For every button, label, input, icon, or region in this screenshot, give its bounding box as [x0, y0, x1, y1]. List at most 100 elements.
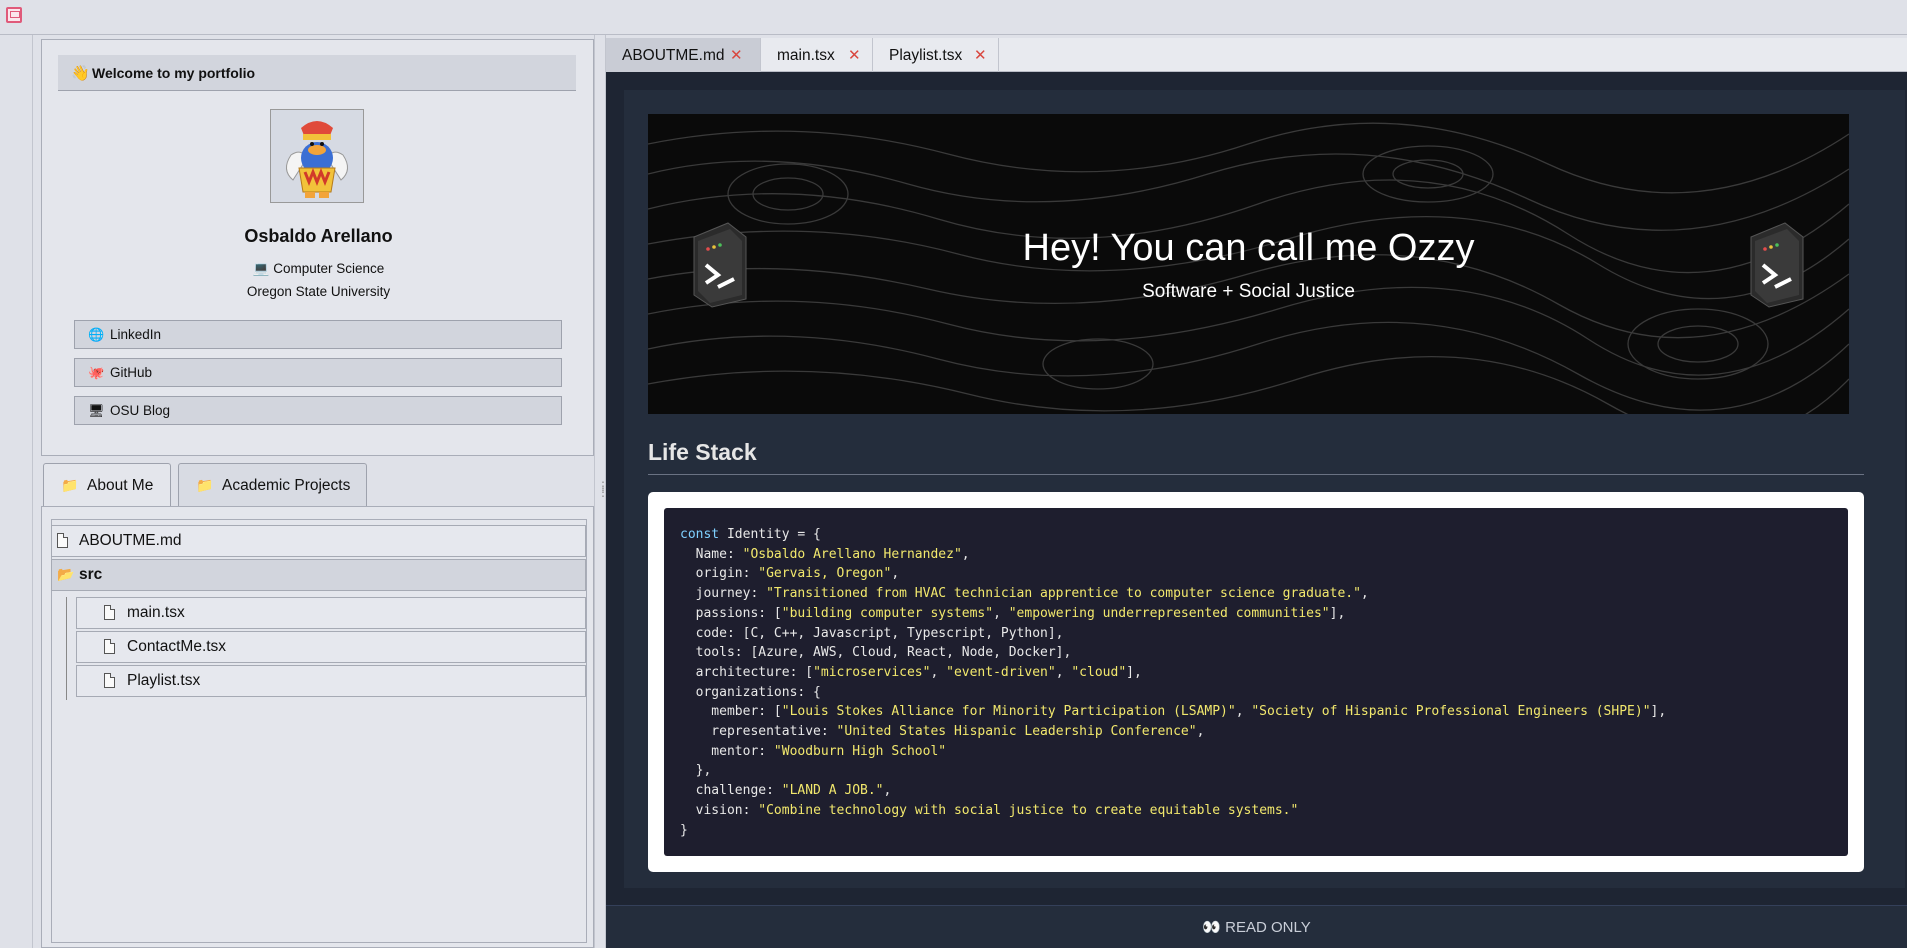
code-line: code: [C, C++, Javascript, Typescript, P… — [680, 624, 1666, 644]
tree-item-src-folder[interactable]: 📂 src — [51, 559, 586, 591]
octopus-icon: 🐙 — [88, 365, 105, 380]
waving-hand-icon: 👋 — [71, 65, 90, 82]
editor-tab-label: Playlist.tsx — [889, 47, 963, 64]
github-link[interactable]: 🐙 GitHub — [74, 358, 562, 387]
code-line: challenge: "LAND A JOB.", — [680, 781, 1666, 801]
code-token: representative: — [680, 724, 837, 740]
code-token: organizations: { — [680, 684, 821, 700]
code-token: Name: — [680, 546, 743, 562]
code-token: , — [930, 664, 947, 680]
panel-splitter[interactable]: ⋮ ⋮ — [594, 35, 609, 948]
file-icon — [57, 533, 68, 548]
tree-item-contactme[interactable]: ContactMe.tsx — [76, 631, 586, 663]
code-token: journey: — [680, 586, 767, 602]
folder-open-icon: 📂 — [57, 566, 75, 582]
code-token: , — [883, 783, 892, 799]
code-line: mentor: "Woodburn High School" — [680, 742, 1666, 762]
code-token: vision: — [680, 802, 759, 818]
code-string: "empowering underrepresented communities… — [1008, 605, 1330, 621]
linkedin-link[interactable]: 🌐 LinkedIn — [74, 320, 562, 349]
activity-strip — [0, 35, 33, 948]
code-line: member: ["Louis Stokes Alliance for Mino… — [680, 702, 1666, 722]
code-token: member: [ — [680, 704, 782, 720]
code-string: "Osbaldo Arellano Hernandez" — [742, 546, 962, 562]
code-string: "Louis Stokes Alliance for Minority Part… — [781, 704, 1236, 720]
banner-headline: Hey! You can call me Ozzy — [1022, 227, 1475, 269]
code-token: passions: [ — [680, 605, 782, 621]
folder-icon: 📁 — [61, 477, 79, 493]
code-token: , — [1055, 664, 1072, 680]
code-line: origin: "Gervais, Oregon", — [680, 564, 1666, 584]
code-line: Name: "Osbaldo Arellano Hernandez", — [680, 545, 1666, 565]
editor-tab-label: main.tsx — [777, 47, 835, 64]
code-string: "event-driven" — [946, 664, 1056, 680]
close-icon[interactable]: ✕ — [974, 46, 987, 64]
code-token: challenge: — [680, 783, 782, 799]
profile-header-title: Welcome to my portfolio — [92, 65, 256, 81]
editor-tab-bar: ABOUTME.md ✕ main.tsx ✕ Playlist.tsx ✕ — [606, 38, 1907, 72]
close-icon[interactable]: ✕ — [848, 46, 861, 64]
tab-label: Academic Projects — [222, 477, 351, 494]
monitor-icon: 🖥 — [88, 403, 105, 418]
code-string: "LAND A JOB." — [781, 783, 884, 799]
code-string: "Gervais, Oregon" — [758, 566, 892, 582]
code-line: }, — [680, 761, 1666, 781]
file-icon — [104, 673, 115, 688]
profile-degree: 💻 Computer Science — [252, 261, 385, 276]
read-only-status: 👀 READ ONLY — [1202, 919, 1311, 936]
code-line: architecture: ["microservices", "event-d… — [680, 663, 1666, 683]
code-line: tools: [Azure, AWS, Cloud, React, Node, … — [680, 643, 1666, 663]
tab-academic-projects[interactable]: 📁 Academic Projects — [178, 463, 367, 507]
section-divider — [648, 474, 1864, 475]
code-line: const Identity = { — [680, 525, 1666, 545]
section-title: Life Stack — [648, 439, 757, 465]
tab-label: About Me — [87, 477, 154, 494]
profile-header: 👋 Welcome to my portfolio — [58, 55, 576, 91]
code-line: passions: ["building computer systems", … — [680, 604, 1666, 624]
code-string: "Woodburn High School" — [773, 743, 947, 759]
title-bar — [0, 0, 1907, 35]
tree-item-main[interactable]: main.tsx — [76, 597, 586, 629]
editor-tab-main[interactable]: main.tsx ✕ — [761, 38, 873, 72]
tree-item-label: main.tsx — [127, 604, 185, 621]
file-icon — [104, 639, 115, 654]
profile-panel: 👋 Welcome to my portfolio Osbaldo Arella… — [41, 39, 594, 456]
osu-blog-link[interactable]: 🖥 OSU Blog — [74, 396, 562, 425]
code-line: vision: "Combine technology with social … — [680, 801, 1666, 821]
tree-item-label: ContactMe.tsx — [127, 638, 227, 655]
code-string: "Combine technology with social justice … — [758, 802, 1299, 818]
editor-tab-label: ABOUTME.md — [622, 47, 725, 64]
code-token: , — [1360, 586, 1369, 602]
profile-banner: Hey! You can call me Ozzy Software + Soc… — [648, 114, 1849, 414]
profile-name: Osbaldo Arellano — [244, 226, 393, 246]
code-token: , — [1235, 704, 1252, 720]
tree-item-aboutme[interactable]: ABOUTME.md — [51, 525, 586, 557]
tab-about-me[interactable]: 📁 About Me — [43, 463, 171, 507]
file-icon — [104, 605, 115, 620]
code-token: tools: [Azure, AWS, Cloud, React, Node, … — [680, 645, 1072, 661]
code-string: "building computer systems" — [781, 605, 994, 621]
code-string: "microservices" — [813, 664, 931, 680]
app-icon[interactable] — [6, 7, 22, 23]
close-icon[interactable]: ✕ — [730, 46, 743, 64]
code-text: const Identity = { Name: "Osbaldo Arella… — [680, 525, 1666, 840]
code-keyword: const — [680, 527, 720, 542]
link-label: GitHub — [110, 365, 153, 380]
tree-item-playlist[interactable]: Playlist.tsx — [76, 665, 586, 697]
globe-icon: 🌐 — [88, 327, 105, 342]
code-token: Identity = { — [719, 527, 821, 542]
code-token: mentor: — [680, 743, 774, 759]
tree-item-label: ABOUTME.md — [79, 532, 182, 549]
link-label: OSU Blog — [110, 403, 171, 418]
profile-school: Oregon State University — [246, 284, 391, 299]
banner-tagline: Software + Social Justice — [1142, 281, 1355, 302]
code-token: , — [891, 566, 900, 582]
code-token: architecture: [ — [680, 664, 814, 680]
code-string: "Society of Hispanic Professional Engine… — [1251, 704, 1651, 720]
code-token: , — [1196, 724, 1205, 740]
editor-tab-playlist[interactable]: Playlist.tsx ✕ — [873, 38, 999, 72]
editor-tab-aboutme[interactable]: ABOUTME.md ✕ — [606, 38, 761, 72]
tree-item-label: src — [79, 566, 103, 583]
code-token: ], — [1126, 664, 1142, 680]
tree-item-label: Playlist.tsx — [127, 672, 201, 689]
